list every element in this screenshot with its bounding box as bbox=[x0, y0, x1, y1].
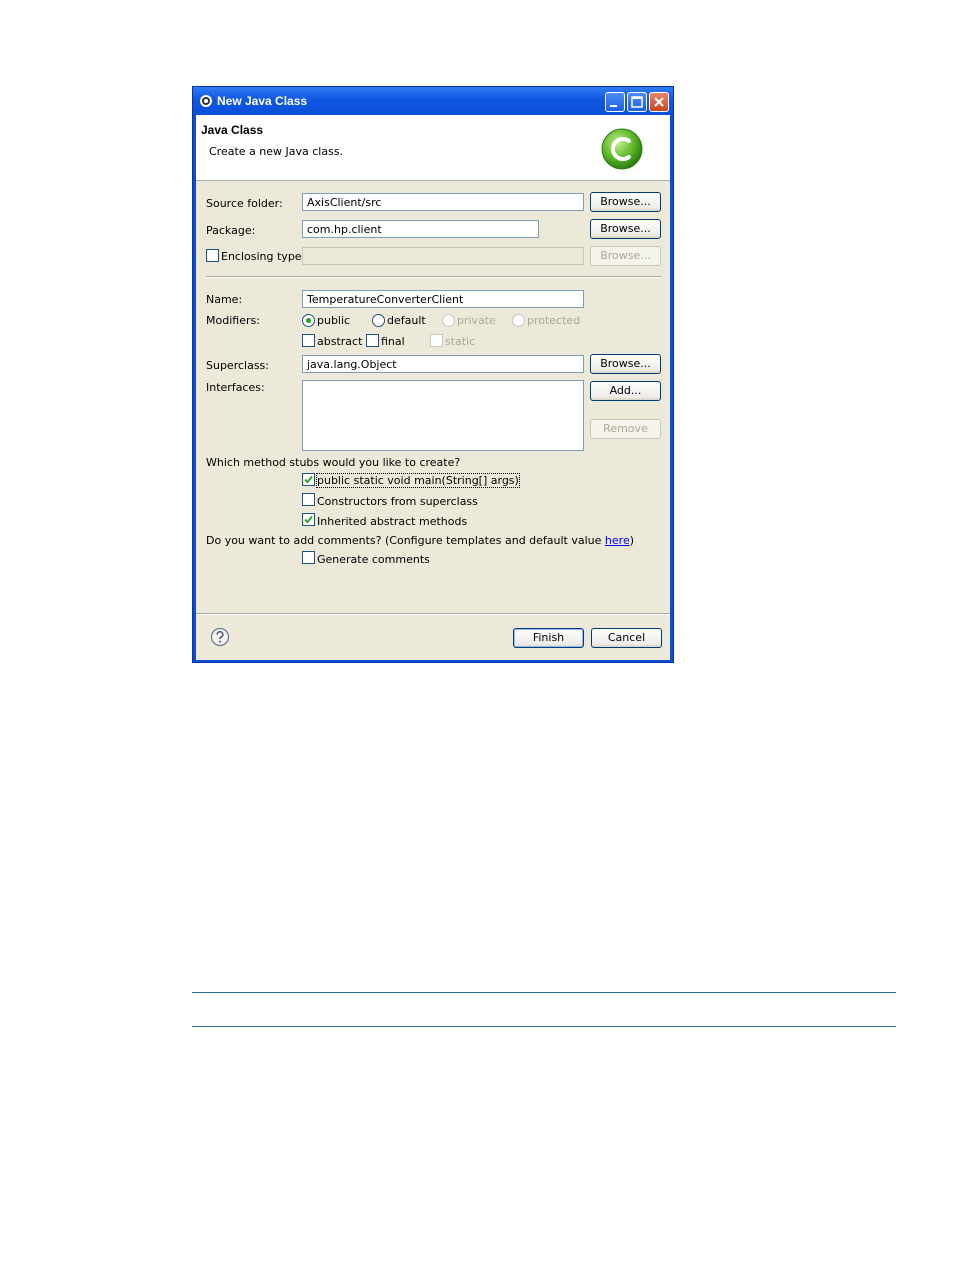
comments-question-end: ) bbox=[629, 534, 635, 547]
radio-selected-dot bbox=[306, 318, 311, 323]
section-separator bbox=[206, 276, 661, 278]
wizard-header: Java Class Create a new Java class. bbox=[196, 115, 670, 181]
minimize-button[interactable] bbox=[605, 92, 625, 112]
name-label: Name: bbox=[206, 293, 243, 306]
help-icon[interactable] bbox=[210, 627, 230, 647]
configure-templates-link[interactable]: here bbox=[605, 534, 630, 547]
window-title: New Java Class bbox=[217, 94, 308, 108]
generate-comments-label: Generate comments bbox=[317, 553, 430, 566]
private-radio[interactable] bbox=[442, 314, 455, 327]
interfaces-list[interactable] bbox=[302, 380, 584, 451]
private-radio-label: private bbox=[457, 314, 496, 327]
abstract-checkbox-label: abstract bbox=[317, 335, 363, 348]
final-checkbox[interactable] bbox=[366, 334, 379, 347]
new-java-class-dialog: New Java Class Java Class Create a new J… bbox=[192, 86, 674, 663]
wizard-title: Java Class bbox=[201, 123, 264, 137]
close-button[interactable] bbox=[649, 92, 669, 112]
static-checkbox-label: static bbox=[445, 335, 476, 348]
source-folder-browse-button[interactable]: Browse... bbox=[590, 192, 661, 212]
method-stubs-question: Which method stubs would you like to cre… bbox=[206, 456, 461, 469]
maximize-icon bbox=[631, 96, 643, 108]
inherited-methods-checkbox[interactable] bbox=[302, 513, 315, 526]
page-rule-top bbox=[192, 992, 896, 993]
name-field[interactable]: TemperatureConverterClient bbox=[302, 290, 584, 308]
default-radio-label: default bbox=[387, 314, 426, 327]
enclosing-type-browse-button[interactable]: Browse... bbox=[590, 246, 661, 266]
main-method-checkbox[interactable] bbox=[302, 473, 315, 486]
main-method-label: public static void main(String[] args) bbox=[316, 473, 520, 488]
protected-radio[interactable] bbox=[512, 314, 525, 327]
comments-question-text: Do you want to add comments? (Configure … bbox=[206, 534, 605, 547]
checkmark-icon bbox=[304, 515, 313, 524]
minimize-icon bbox=[610, 105, 617, 107]
cancel-button[interactable]: Cancel bbox=[591, 628, 662, 648]
interfaces-add-button[interactable]: Add... bbox=[590, 381, 661, 401]
wizard-description: Create a new Java class. bbox=[209, 145, 344, 158]
enclosing-type-label: Enclosing type: bbox=[221, 250, 306, 263]
footer-separator bbox=[196, 613, 670, 615]
inherited-methods-label: Inherited abstract methods bbox=[317, 515, 468, 528]
generate-comments-checkbox[interactable] bbox=[302, 551, 315, 564]
interfaces-remove-button[interactable]: Remove bbox=[590, 419, 661, 439]
modifiers-label: Modifiers: bbox=[206, 314, 260, 327]
title-bar[interactable]: New Java Class bbox=[193, 87, 673, 115]
superclass-label: Superclass: bbox=[206, 359, 269, 372]
default-radio[interactable] bbox=[372, 314, 385, 327]
close-icon bbox=[654, 97, 664, 107]
page-rule-bottom bbox=[192, 1026, 896, 1027]
superclass-browse-button[interactable]: Browse... bbox=[590, 354, 661, 374]
constructors-checkbox[interactable] bbox=[302, 493, 315, 506]
eclipse-gear-icon bbox=[200, 95, 212, 107]
constructors-label: Constructors from superclass bbox=[317, 495, 478, 508]
source-folder-field[interactable]: AxisClient/src bbox=[302, 193, 584, 211]
checkmark-icon bbox=[304, 475, 313, 484]
interfaces-label: Interfaces: bbox=[206, 381, 265, 394]
source-folder-label: Source folder: bbox=[206, 197, 283, 210]
finish-button[interactable]: Finish bbox=[513, 628, 584, 648]
public-radio-label: public bbox=[317, 314, 351, 327]
protected-radio-label: protected bbox=[527, 314, 581, 327]
static-checkbox[interactable] bbox=[430, 334, 443, 347]
package-label: Package: bbox=[206, 224, 256, 237]
final-checkbox-label: final bbox=[381, 335, 405, 348]
abstract-checkbox[interactable] bbox=[302, 334, 315, 347]
java-class-icon bbox=[601, 128, 643, 170]
maximize-button[interactable] bbox=[627, 92, 647, 112]
package-browse-button[interactable]: Browse... bbox=[590, 219, 661, 239]
public-radio[interactable] bbox=[302, 314, 315, 327]
enclosing-type-field[interactable] bbox=[302, 247, 584, 265]
comments-question: Do you want to add comments? (Configure … bbox=[206, 534, 634, 547]
dialog-client-area: Java Class Create a new Java class. Sour… bbox=[196, 115, 670, 660]
package-field[interactable]: com.hp.client bbox=[302, 220, 539, 238]
superclass-field[interactable]: java.lang.Object bbox=[302, 355, 584, 373]
enclosing-type-checkbox[interactable] bbox=[206, 249, 219, 262]
